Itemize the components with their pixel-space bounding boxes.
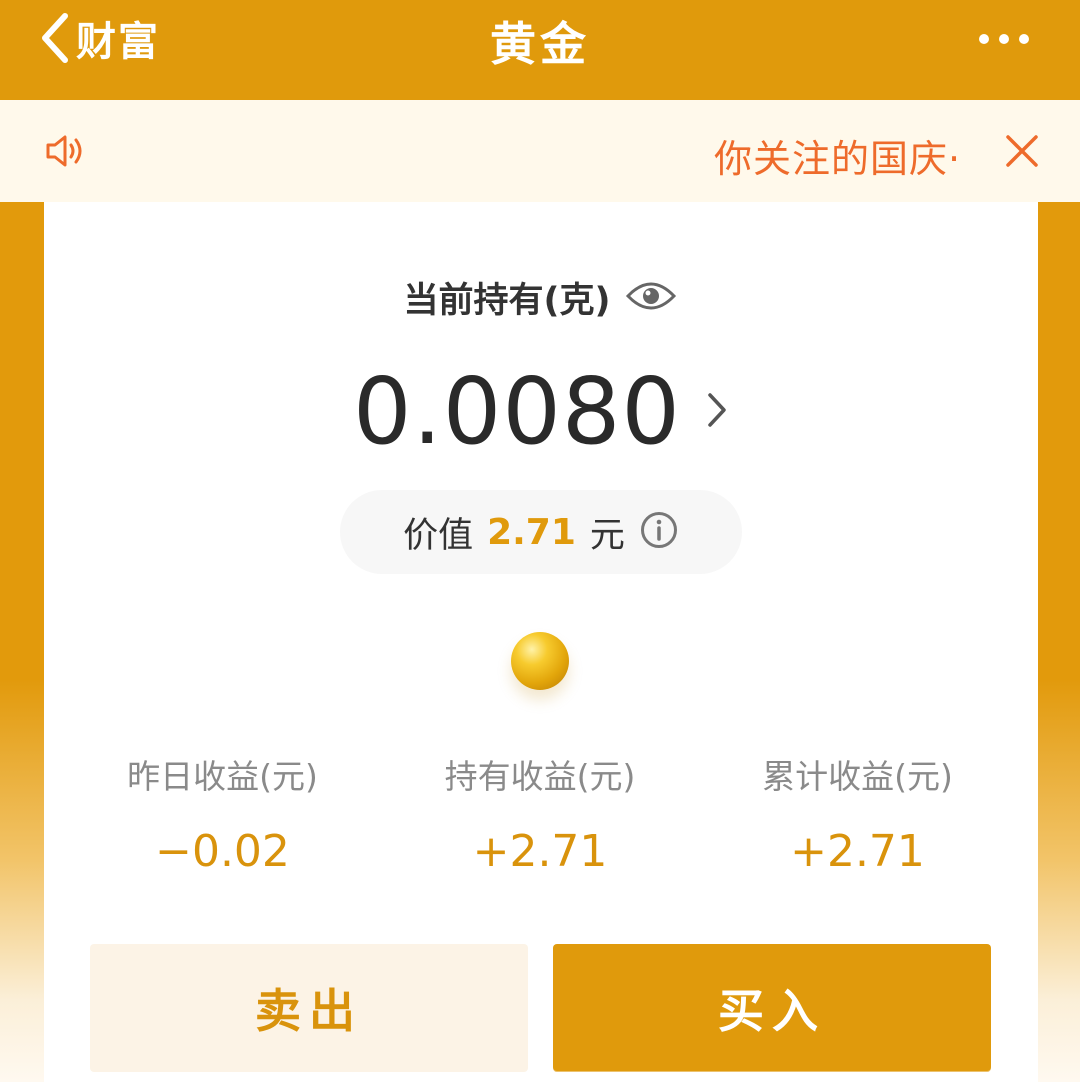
stat-label: 持有收益(元)	[444, 757, 636, 796]
stat-label: 累计收益(元)	[762, 757, 953, 796]
earnings-stats: 昨日收益(元) −0.02 持有收益(元) +2.71 累计收益(元) +2.7…	[64, 752, 1016, 880]
stat-value: +2.71	[790, 826, 925, 877]
sell-button[interactable]: 卖出	[90, 944, 528, 1072]
page-title: 黄金	[490, 17, 590, 71]
gold-bead-image	[511, 632, 569, 690]
value-pill: 价值 2.71 元	[340, 490, 742, 574]
stat-cumulative: 累计收益(元) +2.71	[699, 752, 1016, 880]
holding-amount: 0.0080	[353, 358, 681, 465]
value-unit: 元	[589, 515, 625, 556]
stat-label: 昨日收益(元)	[127, 757, 318, 796]
notice-marquee-text[interactable]: 你关注的国庆·	[714, 128, 960, 183]
more-options-button[interactable]	[978, 31, 1030, 45]
holding-label: 当前持有(克)	[403, 281, 611, 321]
top-navigation-bar: 财富 黄金	[0, 0, 1080, 100]
more-dots-icon	[979, 34, 1029, 44]
value-label: 价值	[403, 515, 474, 556]
close-icon[interactable]	[1004, 133, 1040, 173]
eye-icon[interactable]	[625, 278, 677, 318]
stat-yesterday: 昨日收益(元) −0.02	[64, 752, 381, 880]
chevron-right-icon	[707, 392, 727, 432]
info-icon[interactable]	[639, 510, 679, 554]
holding-amount-link[interactable]: 0.0080	[0, 358, 1080, 465]
speaker-icon	[44, 132, 88, 174]
value-amount: 2.71	[487, 511, 576, 553]
stat-value: −0.02	[155, 826, 290, 877]
buy-button[interactable]: 买入	[553, 944, 991, 1072]
stat-holding: 持有收益(元) +2.71	[382, 752, 699, 880]
holding-label-row: 当前持有(克)	[0, 272, 1080, 323]
stat-value: +2.71	[472, 826, 608, 877]
